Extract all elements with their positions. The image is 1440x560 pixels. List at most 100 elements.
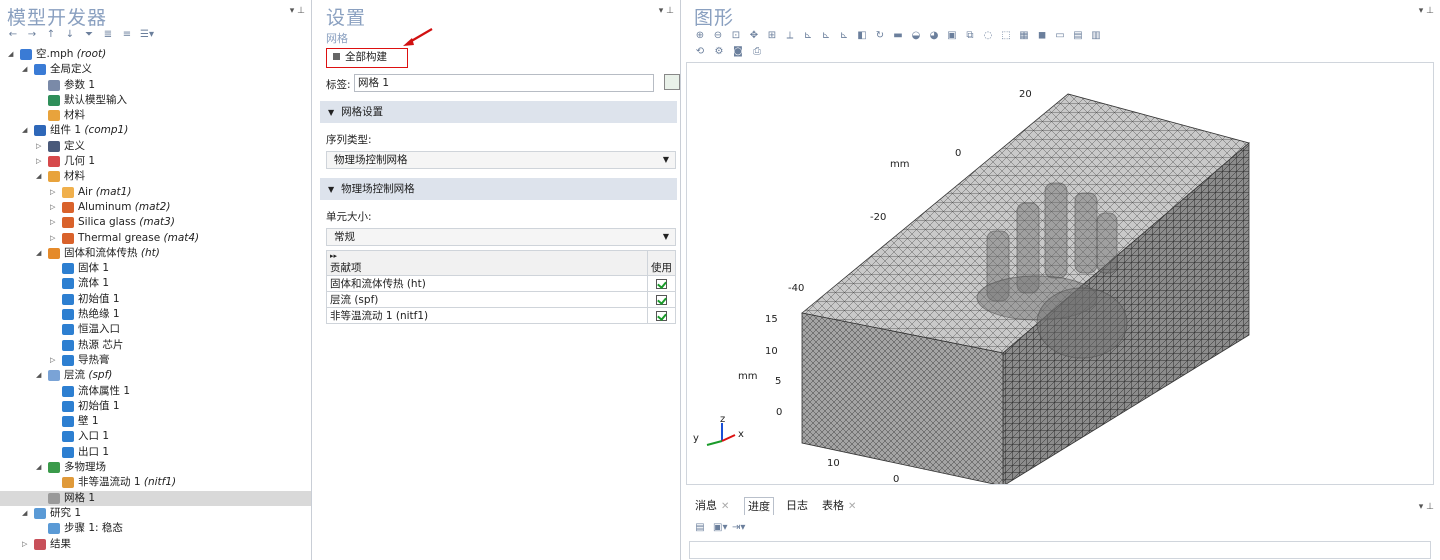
rotate-icon[interactable]: ↻: [874, 30, 886, 42]
zoom-out-icon[interactable]: ⊖: [712, 30, 724, 42]
zoom-extents-icon[interactable]: ✥: [748, 30, 760, 42]
scene-light-icon[interactable]: ▥: [1090, 30, 1102, 42]
use-checkbox[interactable]: [656, 294, 667, 305]
mesh-settings-section[interactable]: ▼ 网格设置: [320, 101, 677, 123]
tree-item[interactable]: 参数 1: [0, 78, 311, 93]
tree-item[interactable]: ◢ 层流 (spf): [0, 368, 311, 383]
tree-item[interactable]: ◢ 多物理场: [0, 460, 311, 475]
tree-item[interactable]: 默认模型输入: [0, 93, 311, 108]
expand-toggle-icon[interactable]: ◢: [36, 368, 44, 383]
print-icon[interactable]: ⎙: [751, 46, 763, 58]
expand-toggle-icon[interactable]: ◢: [22, 123, 30, 138]
tree-item[interactable]: 初始值 1: [0, 399, 311, 414]
tree-item[interactable]: 固体 1: [0, 261, 311, 276]
graphics-canvas[interactable]: 20 mm 0 -20 -40 15 10 mm 5 0 10 0 z y x: [686, 62, 1434, 485]
layout-tiles-icon[interactable]: ▤: [1072, 30, 1084, 42]
render-icon[interactable]: ▣: [946, 30, 958, 42]
sequence-type-select[interactable]: 物理场控制网格 ▼: [326, 151, 676, 169]
tree-item[interactable]: ▷ 导热膏: [0, 353, 311, 368]
collapse-toggle-icon[interactable]: ▷: [50, 200, 58, 215]
tree-item[interactable]: 出口 1: [0, 445, 311, 460]
clip-icon[interactable]: ⧉: [964, 30, 976, 42]
tab-table[interactable]: 表格 ✕: [819, 497, 859, 515]
camera-icon[interactable]: ◼: [1036, 30, 1048, 42]
scene-icon[interactable]: ◕: [928, 30, 940, 42]
tab-progress[interactable]: 进度: [744, 497, 774, 515]
tree-item[interactable]: 网格 1: [0, 490, 311, 506]
lights-icon[interactable]: ◒: [910, 30, 922, 42]
progress-arrow-icon[interactable]: ⇥▾: [732, 522, 745, 534]
tree-item[interactable]: 步骤 1: 稳态: [0, 521, 311, 536]
close-icon[interactable]: ✕: [721, 501, 729, 512]
collapse-toggle-icon[interactable]: ▷: [22, 537, 30, 552]
close-icon[interactable]: ✕: [848, 501, 856, 512]
expand-toggle-icon[interactable]: ◢: [22, 62, 30, 77]
tab-messages[interactable]: 消息 ✕: [692, 497, 732, 515]
back-arrow-icon[interactable]: ←: [7, 29, 19, 41]
filter-icon[interactable]: ⏷: [83, 29, 95, 41]
physics-controlled-section[interactable]: ▼ 物理场控制网格: [320, 178, 677, 200]
tree-item[interactable]: 热源 芯片: [0, 338, 311, 353]
tree-item[interactable]: ◢ 固体和流体传热 (ht): [0, 246, 311, 261]
tree-item[interactable]: ◢ 全局定义: [0, 62, 311, 77]
move-down-icon[interactable]: ↓: [64, 29, 76, 41]
collapse-toggle-icon[interactable]: ▷: [50, 215, 58, 230]
collapse-all-icon[interactable]: ≡: [121, 29, 133, 41]
tree-item[interactable]: ▷ Aluminum (mat2): [0, 200, 311, 215]
tree-item[interactable]: ▷ Air (mat1): [0, 185, 311, 200]
view-zx-icon[interactable]: ⊾: [838, 30, 850, 42]
tree-item[interactable]: 流体 1: [0, 276, 311, 291]
screenshot-icon[interactable]: ◙: [732, 46, 744, 58]
view-yz-icon[interactable]: ⊾: [820, 30, 832, 42]
axis-icon[interactable]: ⟂: [784, 30, 796, 42]
reset-view-icon[interactable]: ⟲: [694, 46, 706, 58]
collapse-toggle-icon[interactable]: ▷: [36, 139, 44, 154]
wireframe-icon[interactable]: ⬚: [1000, 30, 1012, 42]
expand-toggle-icon[interactable]: ◢: [36, 246, 44, 261]
tree-item[interactable]: ▷ Thermal grease (mat4): [0, 231, 311, 246]
expand-toggle-icon[interactable]: ◢: [8, 47, 16, 62]
move-up-icon[interactable]: ↑: [45, 29, 57, 41]
transparency-icon[interactable]: ◌: [982, 30, 994, 42]
window-layout-icon[interactable]: ▭: [1054, 30, 1066, 42]
tree-item[interactable]: ◢ 组件 1 (comp1): [0, 123, 311, 138]
collapse-toggle-icon[interactable]: ▷: [50, 185, 58, 200]
collapse-toggle-icon[interactable]: ▷: [36, 154, 44, 169]
use-checkbox[interactable]: [656, 278, 667, 289]
use-header[interactable]: 使用: [647, 250, 676, 276]
tree-item[interactable]: 入口 1: [0, 429, 311, 444]
zoom-in-icon[interactable]: ⊕: [694, 30, 706, 42]
tree-item[interactable]: 壁 1: [0, 414, 311, 429]
bottom-pin-icon[interactable]: ▾ ⊥: [1419, 502, 1434, 512]
tree-item[interactable]: ◢ 空.mph (root): [0, 47, 311, 62]
expand-all-icon[interactable]: ≣: [102, 29, 114, 41]
settings-gear-icon[interactable]: ⚙: [713, 46, 725, 58]
forward-arrow-icon[interactable]: →: [26, 29, 38, 41]
tree-item[interactable]: 非等温流动 1 (nitf1): [0, 475, 311, 490]
tree-item[interactable]: 热绝缘 1: [0, 307, 311, 322]
progress-clear-icon[interactable]: ▣▾: [713, 522, 727, 534]
tree-item[interactable]: 恒温入口: [0, 322, 311, 337]
expand-toggle-icon[interactable]: ◢: [36, 460, 44, 475]
tree-item[interactable]: ▷ Silica glass (mat3): [0, 215, 311, 230]
tree-item[interactable]: 流体属性 1: [0, 384, 311, 399]
tree-item[interactable]: ◢ 研究 1: [0, 506, 311, 521]
element-size-select[interactable]: 常规 ▼: [326, 228, 676, 246]
settings-pin-icon[interactable]: ▾ ⊥: [659, 6, 674, 16]
contrib-header[interactable]: ▸▸ 贡献项: [326, 250, 648, 276]
zoom-box-icon[interactable]: ⊡: [730, 30, 742, 42]
collapse-toggle-icon[interactable]: ▷: [50, 231, 58, 246]
tab-log[interactable]: 日志: [783, 497, 811, 515]
edit-label-icon[interactable]: [664, 74, 680, 90]
progress-export-icon[interactable]: ▤: [694, 522, 706, 534]
collapse-toggle-icon[interactable]: ▷: [50, 353, 58, 368]
tree-item[interactable]: ▷ 几何 1: [0, 154, 311, 169]
grid-icon[interactable]: ⊞: [766, 30, 778, 42]
select-icon[interactable]: ▬: [892, 30, 904, 42]
expand-toggle-icon[interactable]: ◢: [22, 506, 30, 521]
pane-pin-icon[interactable]: ▾ ⊥: [290, 6, 305, 16]
tree-options-icon[interactable]: ☰▾: [140, 29, 154, 41]
perspective-icon[interactable]: ◧: [856, 30, 868, 42]
build-all-button[interactable]: 全部构建: [326, 48, 408, 68]
graphics-pin-icon[interactable]: ▾ ⊥: [1419, 6, 1434, 16]
